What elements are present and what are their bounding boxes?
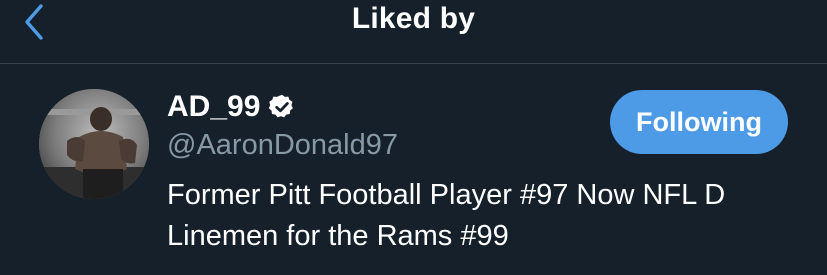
page-title: Liked by bbox=[351, 2, 476, 35]
display-name[interactable]: AD_99 bbox=[167, 90, 260, 124]
following-button[interactable]: Following bbox=[610, 90, 788, 154]
verified-badge-icon bbox=[269, 94, 294, 118]
header-bar: Liked by bbox=[0, 0, 827, 64]
avatar-photo bbox=[39, 89, 149, 199]
user-list-item[interactable]: AD_99 @AaronDonald97 Former Pitt Footbal… bbox=[0, 65, 827, 275]
user-handle: @AaronDonald97 bbox=[167, 129, 398, 161]
display-name-row: AD_99 bbox=[167, 87, 296, 127]
avatar[interactable] bbox=[39, 89, 149, 199]
user-bio: Former Pitt Football Player #97 Now NFL … bbox=[167, 179, 726, 252]
